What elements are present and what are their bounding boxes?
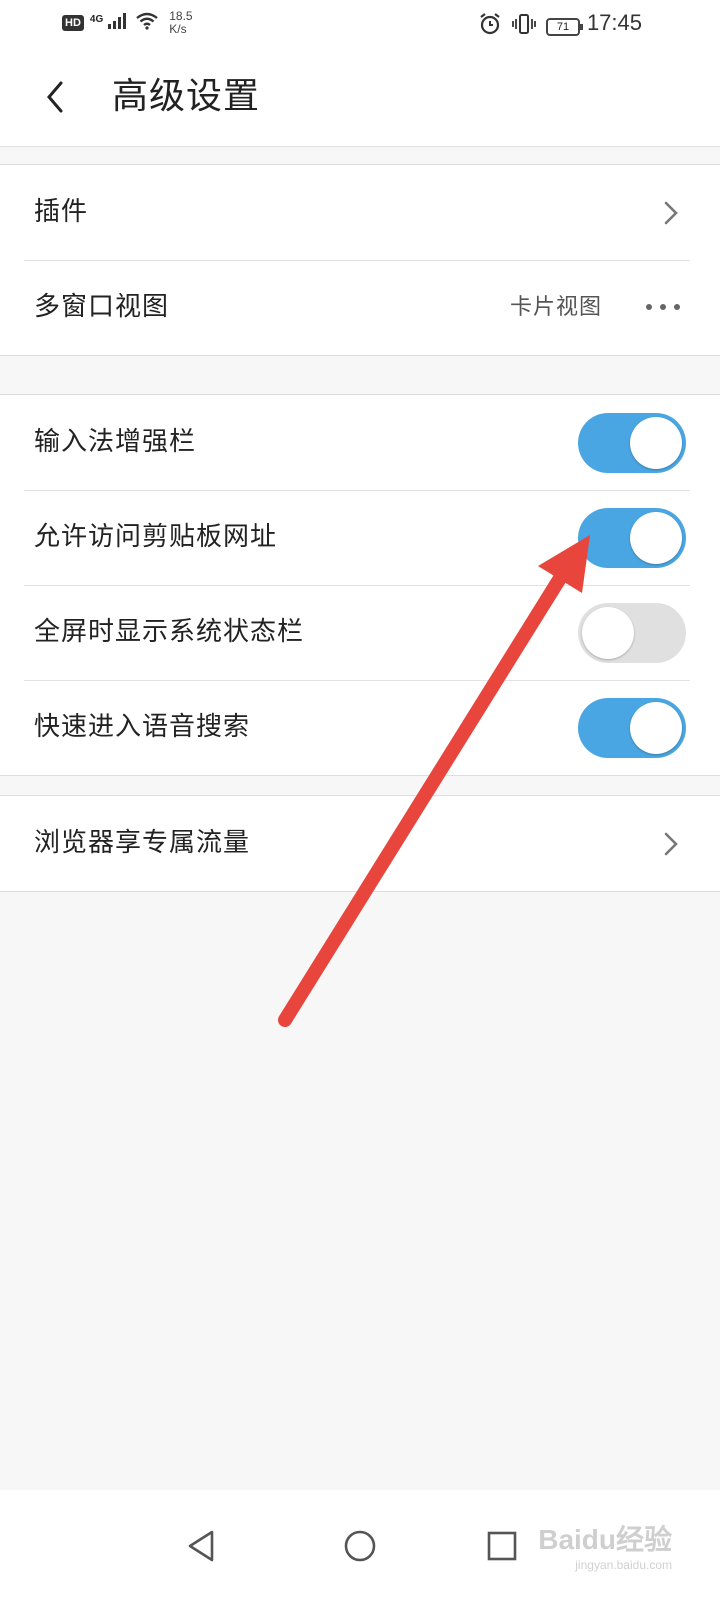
network-speed: 18.5 K/s — [169, 10, 192, 36]
toggle-voice-search[interactable] — [578, 698, 686, 758]
circle-home-icon — [344, 1530, 376, 1562]
row-label: 快速进入语音搜索 — [34, 712, 251, 742]
row-label: 输入法增强栏 — [34, 427, 197, 457]
signal-icon — [107, 12, 129, 35]
status-left: HD 4G 18.5 K/s — [62, 10, 193, 36]
nav-back-button[interactable] — [172, 1516, 232, 1576]
settings-row-voice-search: 快速进入语音搜索 — [0, 680, 720, 775]
settings-row-ime-bar: 输入法增强栏 — [0, 395, 720, 490]
settings-row-clipboard-url: 允许访问剪贴板网址 — [0, 490, 720, 585]
watermark-sub: jingyan.baidu.com — [575, 1558, 672, 1572]
speed-unit: K/s — [169, 22, 187, 36]
watermark-main: Baidu经验 — [538, 1524, 672, 1555]
row-value: 卡片视图 — [509, 295, 602, 320]
chevron-left-icon — [47, 81, 63, 113]
toggle-ime-bar[interactable] — [578, 413, 686, 473]
more-dots-icon — [646, 304, 680, 310]
settings-row-plugins[interactable]: 插件 — [0, 165, 720, 260]
settings-group-general: 插件 多窗口视图 卡片视图 — [0, 164, 720, 356]
row-label: 插件 — [34, 197, 89, 227]
status-right-icons: 71 — [478, 12, 583, 41]
battery-indicator: 71 — [546, 17, 583, 36]
row-label: 浏览器享专属流量 — [34, 828, 251, 858]
row-label: 全屏时显示系统状态栏 — [34, 617, 305, 647]
nav-home-button[interactable] — [330, 1516, 390, 1576]
baidu-watermark: Baidu经验 jingyan.baidu.com — [538, 1518, 672, 1572]
wifi-icon — [135, 12, 159, 35]
vibrate-icon — [512, 13, 536, 40]
navigation-bar: Baidu经验 jingyan.baidu.com — [0, 1490, 720, 1600]
settings-row-browser-traffic[interactable]: 浏览器享专属流量 — [0, 796, 720, 891]
title-bar: 高级设置 — [0, 50, 720, 147]
toggle-clipboard-url[interactable] — [578, 508, 686, 568]
chevron-right-icon — [664, 832, 678, 856]
settings-group-toggles: 输入法增强栏 允许访问剪贴板网址 全屏时显示系统状态栏 快速进入语音搜索 — [0, 394, 720, 776]
page-title: 高级设置 — [112, 76, 261, 117]
row-label: 允许访问剪贴板网址 — [34, 522, 278, 552]
clock: 17:45 — [586, 10, 642, 35]
chevron-right-icon — [664, 201, 678, 225]
toggle-fullscreen-statusbar[interactable] — [578, 603, 686, 663]
settings-row-multiwindow[interactable]: 多窗口视图 卡片视图 — [0, 260, 720, 355]
nav-recents-button[interactable] — [472, 1516, 532, 1576]
settings-row-fullscreen-statusbar: 全屏时显示系统状态栏 — [0, 585, 720, 680]
triangle-back-icon — [188, 1530, 214, 1562]
square-recents-icon — [487, 1531, 517, 1561]
status-bar: HD 4G 18.5 K/s 71 17:45 — [0, 0, 720, 50]
settings-group-traffic: 浏览器享专属流量 — [0, 795, 720, 892]
hd-badge: HD — [62, 15, 84, 31]
row-label: 多窗口视图 — [34, 292, 170, 322]
network-type: 4G — [89, 13, 104, 25]
alarm-icon — [478, 12, 502, 41]
back-button[interactable] — [40, 72, 70, 122]
battery-level: 71 — [556, 20, 570, 33]
